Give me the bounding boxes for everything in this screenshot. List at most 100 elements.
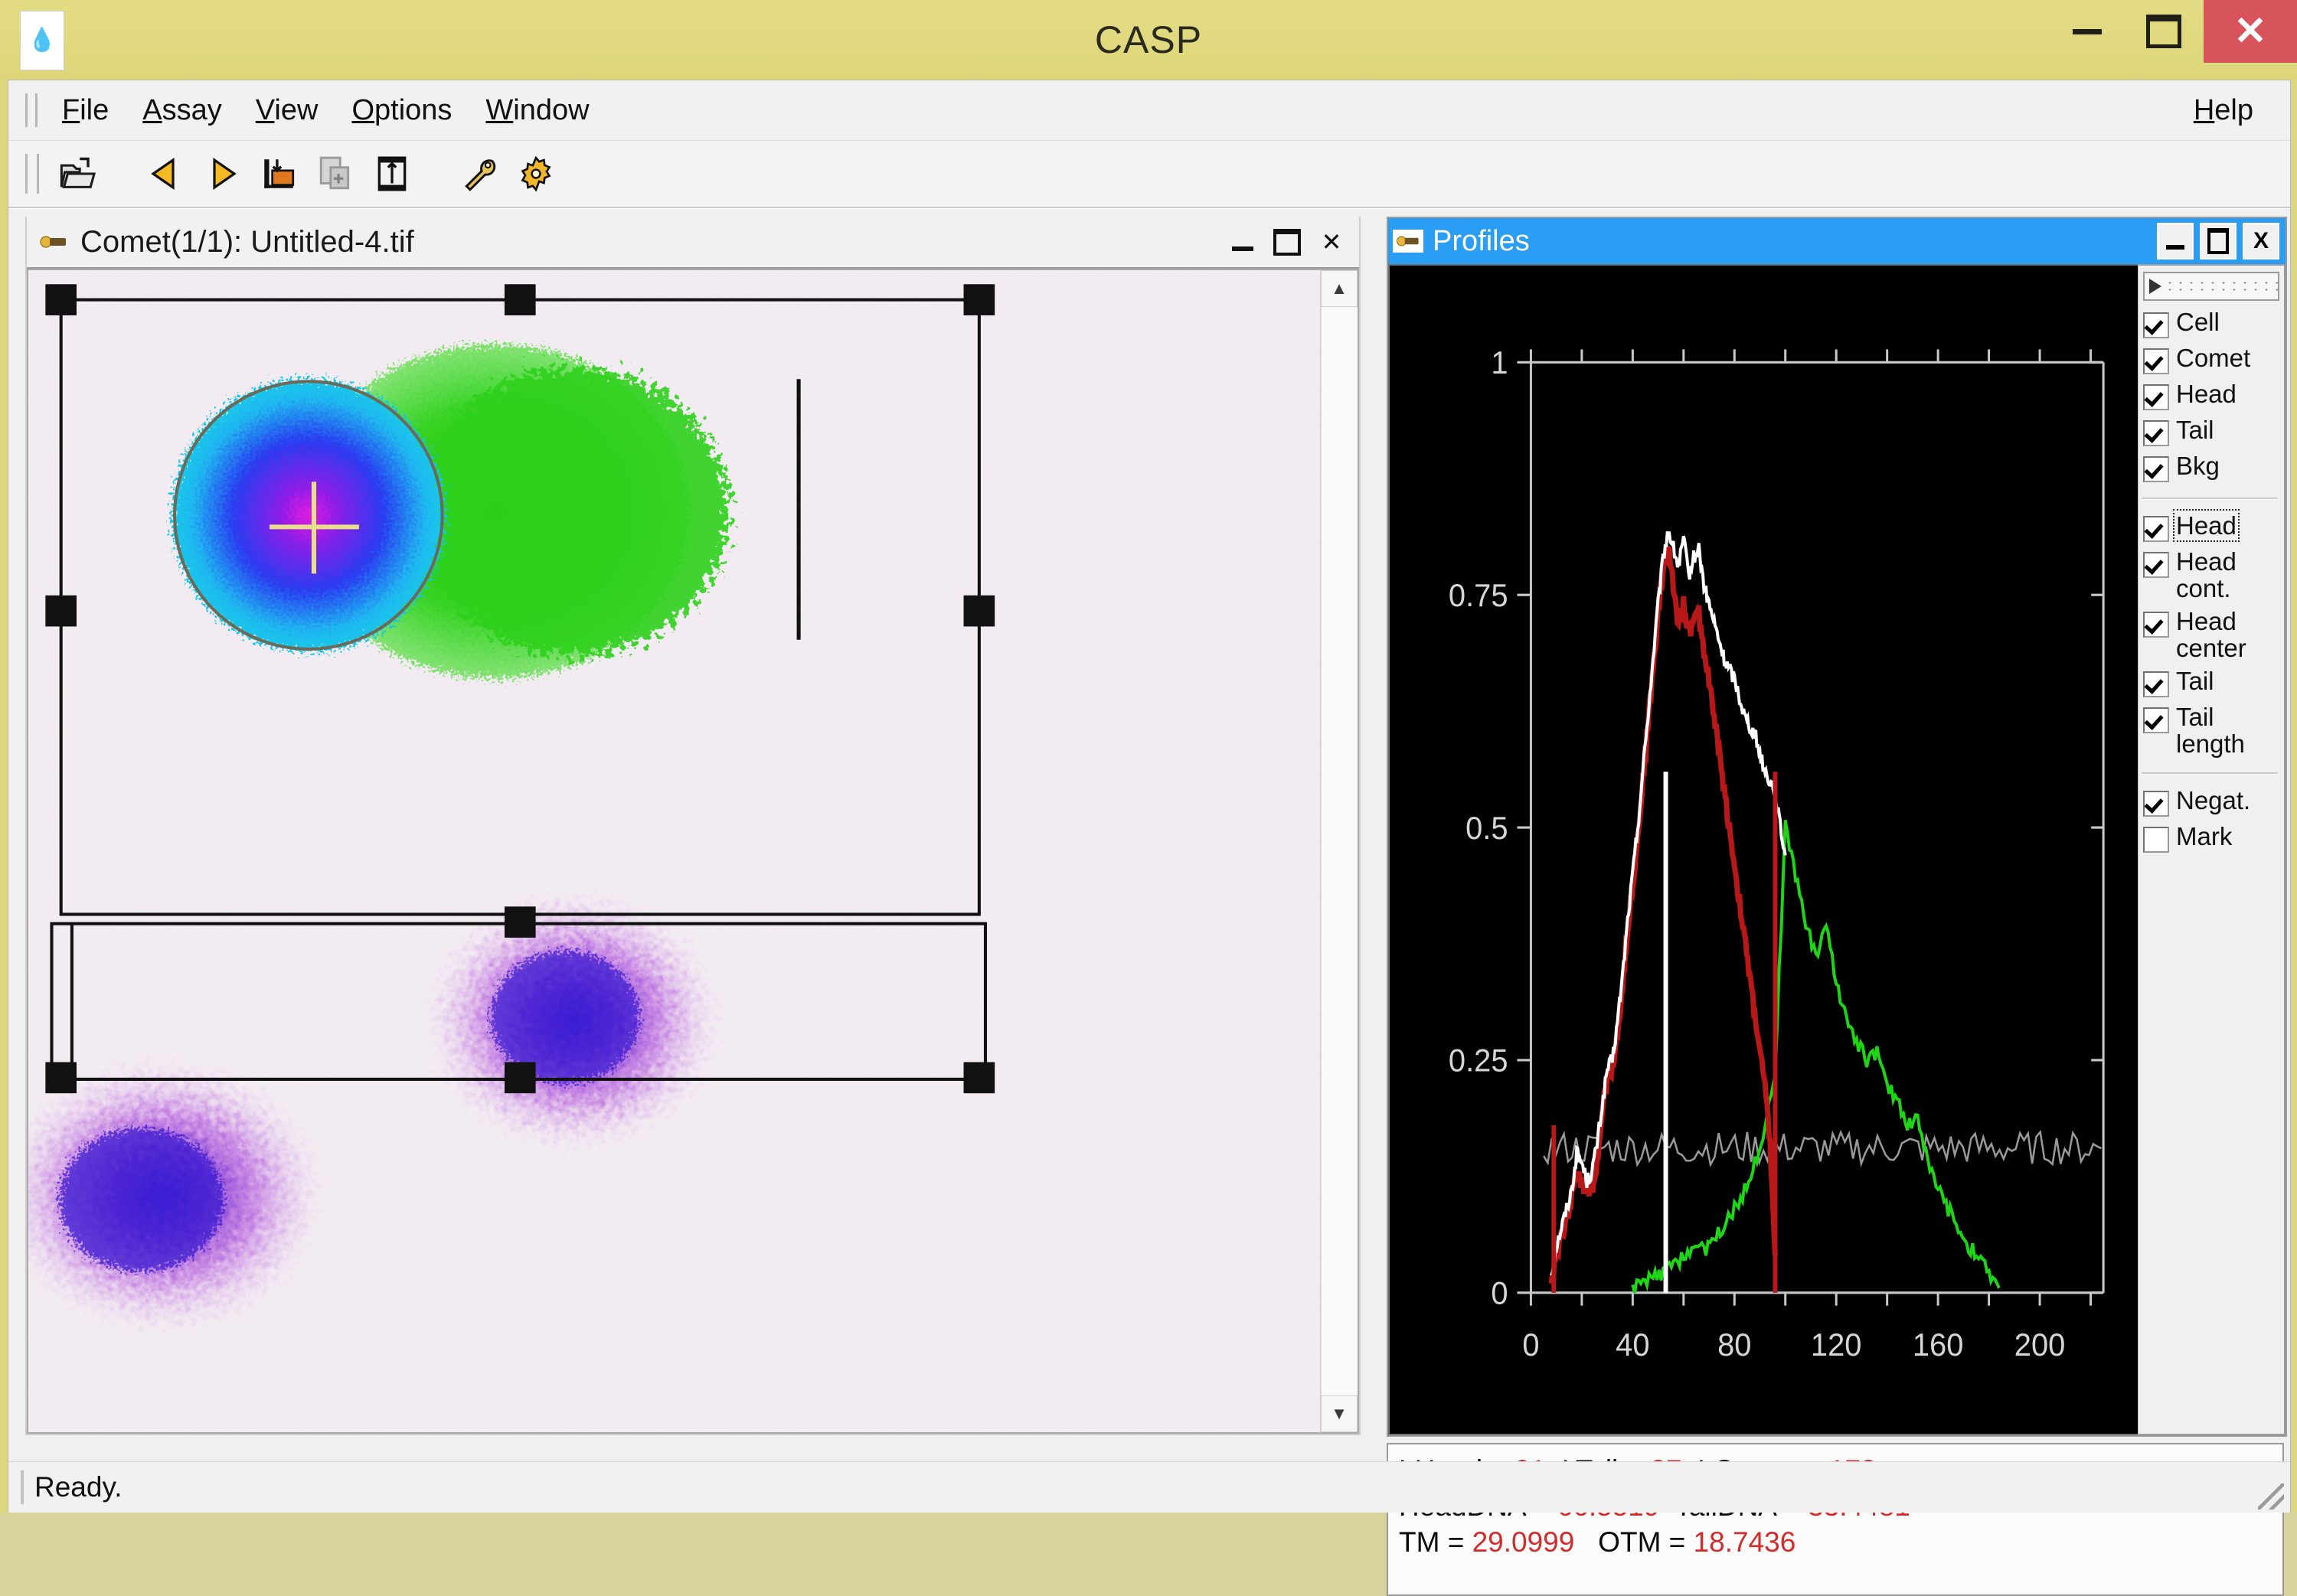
checkbox-label-head-center: Head center (2176, 608, 2246, 661)
wrench-icon[interactable] (451, 147, 508, 201)
result-label: OTM = (1574, 1526, 1693, 1558)
window-minimize-button[interactable] (2052, 0, 2122, 63)
checkbox-label-negat: Negat. (2176, 787, 2250, 814)
checkbox-row-bkg[interactable]: Bkg (2143, 452, 2284, 482)
profiles-maximize-button[interactable] (2200, 223, 2237, 259)
status-text: Ready. (34, 1471, 123, 1503)
profiles-minimize-button[interactable] (2157, 223, 2194, 259)
menu-view[interactable]: View (239, 90, 335, 132)
checkbox-tail-marker[interactable] (2143, 671, 2169, 697)
checkbox-head-cont[interactable] (2143, 552, 2169, 578)
options-divider-1 (2142, 498, 2278, 500)
checkbox-label-tail-marker: Tail (2176, 667, 2214, 694)
checkbox-head-marker[interactable] (2143, 516, 2169, 542)
scroll-down-arrow-icon[interactable]: ▼ (1321, 1395, 1358, 1432)
checkbox-head[interactable] (2143, 384, 2169, 410)
checkbox-row-cell[interactable]: Cell (2143, 308, 2284, 338)
checkbox-negat[interactable] (2143, 791, 2169, 817)
checkbox-label-head-cont: Head cont. (2176, 548, 2237, 602)
xtick-label: 120 (1811, 1327, 1862, 1363)
checkbox-row-head[interactable]: Head (2143, 380, 2284, 410)
checkbox-row-negat[interactable]: Negat. (2143, 787, 2284, 817)
save-to-bin-icon[interactable] (250, 147, 307, 201)
comet-image-canvas[interactable] (28, 270, 1320, 1434)
checkbox-comet[interactable] (2143, 348, 2169, 374)
checkbox-mark[interactable] (2143, 827, 2169, 853)
checkbox-label-mark: Mark (2176, 823, 2232, 850)
options-toolbar-gripper[interactable] (2143, 272, 2279, 301)
profiles-window-body: 0408012016020000.250.50.751 CellCometHea… (1388, 264, 2286, 1435)
open-folder-icon[interactable] (50, 147, 106, 201)
menu-file[interactable]: File (45, 90, 126, 132)
result-value: 29.0999 (1472, 1526, 1575, 1558)
window-maximize-button[interactable] (2129, 0, 2199, 63)
ytick-label: 0 (1491, 1275, 1508, 1311)
plot-background (1390, 266, 2138, 1434)
menubar-grip[interactable] (25, 93, 38, 127)
comet-icon (38, 230, 70, 253)
comet-blob-middle (425, 893, 720, 1149)
checkbox-label-cell: Cell (2176, 308, 2220, 335)
comet-window-titlebar: Comet(1/1): Untitled-4.tif ✕ (27, 217, 1359, 267)
comet-image-viewport[interactable] (27, 269, 1320, 1434)
profiles-close-button[interactable]: X (2243, 223, 2279, 259)
options-divider-2 (2142, 772, 2278, 775)
comet-minimize-button[interactable] (1226, 227, 1260, 257)
checkbox-label-comet: Comet (2176, 344, 2250, 371)
profile-marker-checkbox-group: Head Head cont. Head center Tail Tail length (2139, 509, 2284, 766)
comet-head-region (172, 379, 445, 651)
profile-chart-svg: 0408012016020000.250.50.751 (1390, 266, 2138, 1434)
checkbox-row-head-cont[interactable]: Head cont. (2143, 548, 2284, 602)
scrollbar-track[interactable] (1321, 307, 1358, 1395)
window-titlebar: 💧 CASP ✕ (0, 0, 2297, 80)
profiles-window-titlebar: Profiles X (1388, 218, 2286, 264)
checkbox-row-mark[interactable]: Mark (2143, 823, 2284, 853)
xtick-label: 160 (1913, 1327, 1964, 1363)
toolbar (8, 141, 2290, 208)
menu-help[interactable]: Help (2177, 90, 2270, 132)
scroll-up-arrow-icon[interactable]: ▲ (1321, 270, 1358, 307)
xtick-label: 0 (1522, 1327, 1539, 1363)
toolbar-grip[interactable] (25, 154, 39, 194)
gear-icon[interactable] (508, 147, 564, 201)
comet-close-button[interactable]: ✕ (1315, 227, 1348, 257)
comet-maximize-button[interactable] (1270, 227, 1304, 257)
xtick-label: 80 (1717, 1327, 1751, 1363)
checkbox-head-center[interactable] (2143, 612, 2169, 638)
profiles-plot[interactable]: 0408012016020000.250.50.751 (1388, 264, 2138, 1435)
ytick-label: 1 (1491, 344, 1508, 380)
window-close-button[interactable]: ✕ (2204, 0, 2297, 63)
checkbox-row-head-marker[interactable]: Head (2143, 512, 2284, 542)
menu-window[interactable]: Window (469, 90, 606, 132)
checkbox-label-tail-length: Tail length (2176, 703, 2245, 757)
comet-window-body: ▲ ▼ (27, 267, 1359, 1434)
menu-options[interactable]: Options (335, 90, 469, 132)
right-triangle-icon[interactable] (194, 147, 250, 201)
checkbox-label-head: Head (2176, 380, 2237, 407)
gripper-arrow-icon (2149, 279, 2161, 294)
checkbox-tail[interactable] (2143, 420, 2169, 446)
result-value: 18.7436 (1694, 1526, 1796, 1558)
left-triangle-icon[interactable] (137, 147, 194, 201)
menubar: File Assay View Options Window Help (8, 80, 2290, 141)
checkbox-row-tail-length[interactable]: Tail length (2143, 703, 2284, 757)
checkbox-row-comet[interactable]: Comet (2143, 344, 2284, 374)
window-resize-grip[interactable] (2258, 1483, 2284, 1510)
export-page-icon[interactable] (364, 147, 420, 201)
checkbox-row-head-center[interactable]: Head center (2143, 608, 2284, 661)
comet-vertical-scrollbar[interactable]: ▲ ▼ (1320, 269, 1359, 1434)
checkbox-cell[interactable] (2143, 312, 2169, 338)
copy-page-icon[interactable] (307, 147, 364, 201)
comet-window-title: Comet(1/1): Untitled-4.tif (80, 225, 414, 259)
checkbox-label-head-marker: Head (2176, 512, 2237, 539)
window-title: CASP (0, 18, 2297, 62)
menu-assay[interactable]: Assay (126, 90, 239, 132)
statusbar: Ready. (8, 1461, 2290, 1513)
checkbox-bkg[interactable] (2143, 456, 2169, 482)
checkbox-row-tail[interactable]: Tail (2143, 416, 2284, 446)
checkbox-row-tail-marker[interactable]: Tail (2143, 667, 2284, 697)
checkbox-tail-length[interactable] (2143, 707, 2169, 733)
window-client-area: File Assay View Options Window Help (8, 80, 2291, 1513)
profile-curve-checkbox-group: Cell Comet Head Tail Bkg (2139, 305, 2284, 491)
result-label: TM = (1399, 1526, 1472, 1558)
